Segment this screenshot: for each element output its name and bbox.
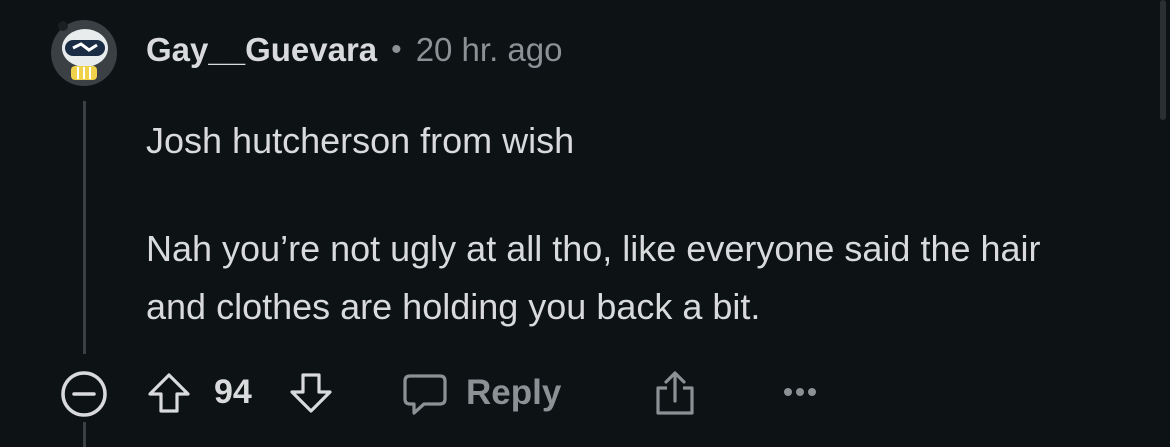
thread-line[interactable] (83, 101, 86, 354)
arrow-down-icon (290, 373, 332, 413)
upvote-button[interactable] (144, 368, 194, 418)
timestamp[interactable]: 20 hr. ago (416, 31, 563, 69)
speech-bubble-icon (403, 374, 447, 415)
comment-paragraph: Nah you’re not ugly at all tho, like eve… (146, 228, 1041, 327)
comment-action-bar: 94 Reply (0, 360, 1170, 424)
arrow-up-icon (148, 373, 190, 413)
reply-label: Reply (466, 373, 562, 412)
meta-separator: • (391, 33, 402, 66)
comment-paragraph: Josh hutcherson from wish (146, 120, 575, 161)
avatar[interactable] (51, 20, 117, 86)
comment-header: Gay__Guevara • 20 hr. ago (146, 28, 562, 72)
avatar-image (51, 20, 117, 86)
minus-circle-icon (61, 371, 107, 417)
reply-button[interactable]: Reply (400, 366, 570, 420)
collapse-button[interactable] (58, 368, 110, 420)
username[interactable]: Gay__Guevara (146, 31, 377, 69)
ellipsis-icon (784, 388, 816, 396)
comment-body: Josh hutcherson from wish Nah you’re not… (146, 112, 1106, 336)
more-options-button[interactable] (778, 374, 822, 410)
share-button[interactable] (648, 366, 702, 420)
downvote-button[interactable] (286, 368, 336, 418)
scrollbar[interactable] (1160, 0, 1166, 120)
thread-line-continuation[interactable] (83, 422, 86, 447)
vote-count: 94 (214, 372, 252, 411)
share-icon (656, 371, 694, 415)
